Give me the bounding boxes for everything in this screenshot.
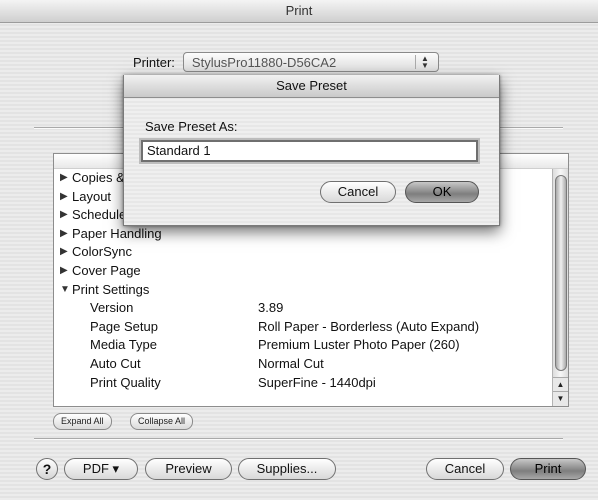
sheet-title: Save Preset [124, 75, 499, 98]
tree-section-label: Cover Page [72, 262, 141, 278]
preview-button[interactable]: Preview [145, 458, 232, 480]
collapse-all-button[interactable]: Collapse All [130, 413, 194, 430]
printer-row: Printer: StylusPro11880-D56CA2 ▲ ▼ [133, 51, 439, 73]
scrollbar-thumb[interactable] [555, 175, 567, 371]
detail-value: Premium Luster Photo Paper (260) [258, 337, 460, 353]
tree-detail-row: Print Quality SuperFine - 1440dpi [54, 374, 568, 393]
preset-name-input[interactable]: Standard 1 [141, 140, 478, 162]
save-preset-sheet: Save Preset Save Preset As: Standard 1 C… [123, 75, 500, 226]
printer-select[interactable]: StylusPro11880-D56CA2 ▲ ▼ [182, 52, 439, 72]
disclosure-triangle-icon[interactable]: ▶ [60, 243, 68, 262]
tree-section-cover-page[interactable]: ▶ Cover Page [54, 262, 568, 281]
print-dialog: Print Printer: StylusPro11880-D56CA2 ▲ ▼ … [0, 0, 598, 500]
vertical-scrollbar[interactable]: ▲ ▼ [552, 169, 568, 406]
detail-key: Media Type [90, 337, 157, 353]
sheet-ok-button[interactable]: OK [405, 181, 479, 203]
detail-value: Normal Cut [258, 355, 324, 371]
help-icon[interactable]: ? [36, 458, 58, 480]
tree-section-paper-handling[interactable]: ▶ Paper Handling [54, 225, 568, 244]
detail-value: SuperFine - 1440dpi [258, 374, 376, 390]
detail-key: Auto Cut [90, 355, 141, 371]
save-preset-label: Save Preset As: [145, 119, 238, 134]
tree-section-label: Scheduler [72, 207, 131, 223]
tree-section-label: Paper Handling [72, 225, 162, 241]
sheet-cancel-button[interactable]: Cancel [320, 181, 396, 203]
tree-detail-row: Auto Cut Normal Cut [54, 355, 568, 374]
disclosure-triangle-icon[interactable]: ▶ [60, 262, 68, 281]
cancel-button[interactable]: Cancel [426, 458, 504, 480]
tree-section-label: Layout [72, 188, 112, 204]
detail-key: Version [90, 300, 134, 316]
expand-all-button[interactable]: Expand All [53, 413, 112, 430]
tree-section-colorsync[interactable]: ▶ ColorSync [54, 243, 568, 262]
tree-detail-row: Page Setup Roll Paper - Borderless (Auto… [54, 318, 568, 337]
detail-value: Roll Paper - Borderless (Auto Expand) [258, 318, 480, 334]
pdf-menu-button[interactable]: PDF ▾ [64, 458, 138, 480]
bottom-separator [34, 438, 563, 440]
disclosure-triangle-icon[interactable]: ▶ [60, 169, 68, 188]
print-button[interactable]: Print [510, 458, 586, 480]
tree-detail-row: Media Type Premium Luster Photo Paper (2… [54, 336, 568, 355]
scroll-down-arrow-icon[interactable]: ▼ [553, 391, 568, 406]
scroll-up-arrow-icon[interactable]: ▲ [553, 377, 568, 392]
supplies-button[interactable]: Supplies... [238, 458, 336, 480]
updown-arrows-icon: ▲ ▼ [414, 55, 434, 70]
detail-value: 3.89 [258, 300, 284, 316]
detail-key: Print Quality [90, 374, 161, 390]
tree-section-label: ColorSync [72, 244, 132, 260]
tree-section-label: Print Settings [72, 281, 150, 297]
disclosure-triangle-icon[interactable]: ▶ [60, 225, 68, 244]
window-title: Print [0, 0, 598, 23]
tree-detail-row: Version 3.89 [54, 299, 568, 318]
printer-select-value: StylusPro11880-D56CA2 [191, 55, 337, 70]
disclosure-triangle-icon[interactable]: ▶ [60, 188, 68, 207]
tree-section-print-settings[interactable]: ▼ Print Settings [54, 281, 568, 300]
printer-label: Printer: [133, 54, 175, 70]
disclosure-triangle-expanded-icon[interactable]: ▼ [60, 281, 70, 300]
detail-key: Page Setup [90, 318, 158, 334]
disclosure-triangle-icon[interactable]: ▶ [60, 206, 68, 225]
